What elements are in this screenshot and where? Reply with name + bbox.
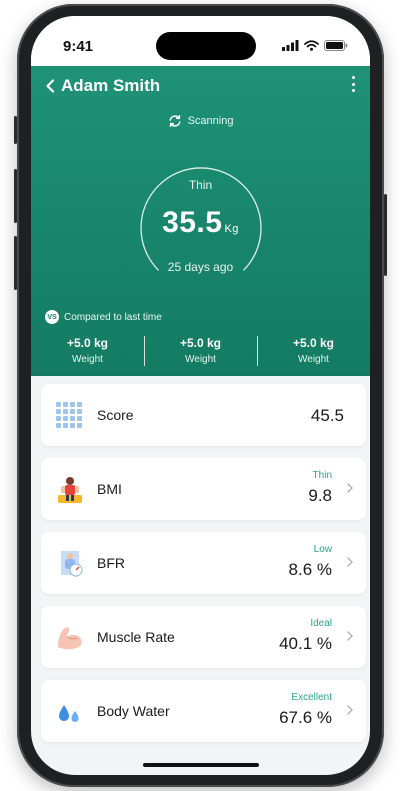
- battery-icon: [324, 40, 348, 51]
- metric-name: BMI: [97, 481, 122, 497]
- bmi-person-icon: [58, 477, 82, 503]
- stat-item: +5.0 kg Weight: [144, 328, 257, 374]
- metric-card-bfr[interactable]: BFR Low 8.6 %: [41, 532, 366, 594]
- stat-item: +5.0 kg Weight: [31, 328, 144, 374]
- cellular-signal-icon: [282, 40, 299, 51]
- metric-value: 67.6 %: [279, 708, 332, 727]
- metric-card-score[interactable]: Score 45.5: [41, 384, 366, 446]
- more-options-button[interactable]: [346, 74, 360, 94]
- mute-switch: [14, 116, 17, 144]
- wifi-icon: [304, 40, 319, 51]
- dynamic-island: [156, 32, 256, 60]
- weight-value-display: 35.5 Kg: [31, 206, 370, 240]
- weight-value: 35.5: [162, 206, 223, 239]
- stat-value: +5.0 kg: [66, 336, 109, 350]
- measurement-age: 25 days ago: [167, 260, 234, 274]
- metric-card-body-water[interactable]: Body Water Excellent 67.6 %: [41, 680, 366, 742]
- metric-card-muscle-rate[interactable]: Muscle Rate Ideal 40.1 %: [41, 606, 366, 668]
- weight-unit: Kg: [224, 223, 239, 235]
- muscle-arm-icon: [58, 627, 82, 650]
- chevron-right-icon: [347, 483, 353, 493]
- volume-down-button: [14, 236, 17, 290]
- stat-item: +5.0 kg Weight: [257, 328, 370, 374]
- metric-status: Ideal: [310, 618, 332, 629]
- volume-up-button: [14, 169, 17, 223]
- stat-label: Weight: [185, 354, 216, 365]
- more-vertical-icon: [351, 76, 355, 79]
- water-drops-icon: [59, 705, 79, 722]
- profile-name: Adam Smith: [61, 76, 161, 95]
- home-indicator[interactable]: [143, 763, 259, 767]
- back-button[interactable]: Adam Smith: [45, 76, 160, 96]
- power-button: [384, 194, 387, 276]
- comparison-header: VS Compared to last time: [45, 310, 162, 324]
- scan-status-text: Scanning: [187, 115, 234, 127]
- metric-value: 8.6 %: [288, 560, 332, 579]
- metric-value: 45.5: [310, 406, 344, 425]
- comparison-label: Compared to last time: [64, 311, 162, 323]
- stat-value: +5.0 kg: [179, 336, 222, 350]
- status-icons: [282, 40, 348, 51]
- chevron-left-icon: [46, 79, 55, 93]
- phone-frame: 9:41 Adam Smith Scanning Thin 35.5 Kg 25…: [14, 4, 387, 787]
- metric-status: Thin: [312, 470, 332, 481]
- metric-name: Body Water: [97, 703, 170, 719]
- stat-label: Weight: [72, 354, 103, 365]
- phone-screen: 9:41 Adam Smith Scanning Thin 35.5 Kg 25…: [31, 16, 370, 775]
- metric-card-bmi[interactable]: BMI Thin 9.8: [41, 458, 366, 520]
- comparison-stats: +5.0 kg Weight +5.0 kg Weight +5.0 kg We…: [31, 328, 370, 374]
- metric-value: 9.8: [308, 486, 332, 505]
- vs-badge-icon: VS: [45, 310, 59, 324]
- metric-name: Score: [97, 407, 134, 423]
- stat-value: +5.0 kg: [292, 336, 335, 350]
- metric-status: Low: [313, 544, 332, 555]
- body-fat-scale-icon: [61, 551, 83, 577]
- metric-status: Excellent: [291, 692, 332, 703]
- stat-label: Weight: [298, 354, 329, 365]
- metric-name: BFR: [97, 555, 125, 571]
- grid-icon: [56, 402, 82, 428]
- chevron-right-icon: [347, 557, 353, 567]
- metric-value: 40.1 %: [279, 634, 332, 653]
- chevron-right-icon: [347, 631, 353, 641]
- chevron-right-icon: [347, 705, 353, 715]
- status-time: 9:41: [63, 38, 94, 55]
- refresh-icon: [169, 115, 181, 127]
- weight-summary-header: Adam Smith Scanning Thin 35.5 Kg 25 days…: [31, 66, 370, 376]
- weight-category: Thin: [188, 178, 213, 192]
- metric-name: Muscle Rate: [97, 629, 175, 645]
- scan-status: Scanning: [31, 114, 370, 128]
